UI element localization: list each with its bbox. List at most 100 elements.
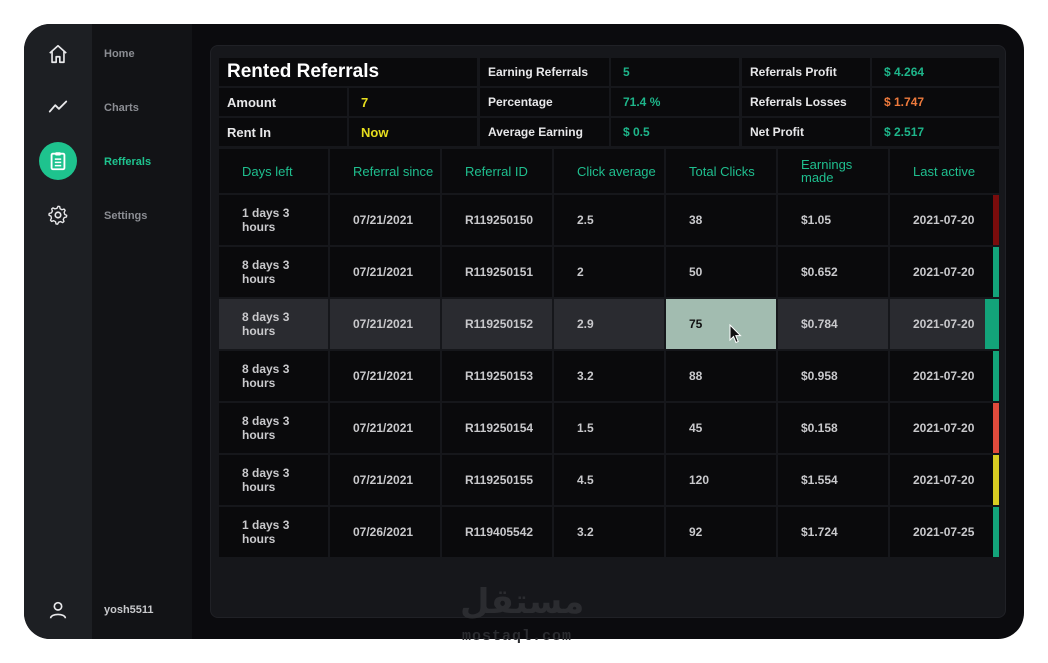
click-average-cell: 3.2 [554,507,664,557]
home-nav-button[interactable] [39,35,77,73]
status-indicator [993,403,999,453]
status-indicator [993,351,999,401]
average-earning-label: Average Earning [480,118,609,146]
gear-icon [48,205,68,225]
table-row[interactable]: 1 days 3 hours 07/21/2021 R119250150 2.5 38 $… [219,195,999,245]
referral-id-cell: R119250155 [442,455,552,505]
username: yosh5511 [104,604,154,616]
app-window: Home Charts Refferals Settings yosh5511 … [24,24,1024,639]
days-left-cell: 1 days 3 hours [219,195,328,245]
icon-rail [24,24,92,639]
earnings-cell: $1.554 [778,455,888,505]
percentage-value: 71.4 % [611,88,739,116]
referral-since-cell: 07/21/2021 [330,195,440,245]
referral-id-cell: R119250150 [442,195,552,245]
table-row[interactable]: 8 days 3 hours 07/21/2021 R119250151 2 50 $0.… [219,247,999,297]
earning-referrals-label: Earning Referrals [480,58,609,86]
column-header[interactable]: Days left [219,149,328,193]
days-left-cell: 8 days 3 hours [219,247,328,297]
referral-id-cell: R119250153 [442,351,552,401]
referrals-nav-button[interactable] [39,142,77,180]
watermark-arabic: مستقل [460,583,585,621]
referrals-losses-value: $ 1.747 [872,88,999,116]
column-header[interactable]: Last active [890,149,999,193]
days-left-cell: 8 days 3 hours [219,351,328,401]
rent-in-label: Rent In [219,118,347,146]
column-header[interactable]: Referral ID [442,149,552,193]
referrals-profit-label: Referrals Profit [742,58,870,86]
total-clicks-cell[interactable]: 45 [666,403,776,453]
referral-id-cell: R119250151 [442,247,552,297]
total-clicks-cell[interactable]: 120 [666,455,776,505]
column-header[interactable]: Total Clicks [666,149,776,193]
settings-nav-button[interactable] [39,196,77,234]
home-icon [49,44,67,64]
table-row[interactable]: 8 days 3 hours 07/21/2021 R119250155 4.5 120… [219,455,999,505]
side-menu: Home Charts Refferals Settings yosh5511 [92,24,192,639]
column-header[interactable]: Earnings made [778,149,888,193]
referral-id-cell: R119405542 [442,507,552,557]
last-active-cell: 2021-07-20 [890,195,999,245]
table-row[interactable]: 8 days 3 hours 07/21/2021 R119250152 2.9 75 $… [219,299,999,349]
menu-item-settings[interactable]: Settings [104,210,147,222]
table-row[interactable]: 8 days 3 hours 07/21/2021 R119250153 3.2 88 $… [219,351,999,401]
menu-item-referrals[interactable]: Refferals [104,156,151,168]
total-clicks-cell[interactable]: 88 [666,351,776,401]
click-average-cell: 2 [554,247,664,297]
click-average-cell: 2.9 [554,299,664,349]
last-active-cell: 2021-07-20 [890,351,999,401]
click-average-cell: 3.2 [554,351,664,401]
referrals-profit-value: $ 4.264 [872,58,999,86]
last-active-cell: 2021-07-25 [890,507,999,557]
last-active-cell: 2021-07-20 [890,247,999,297]
total-clicks-cell[interactable]: 75 [666,299,776,349]
status-indicator [993,507,999,557]
referral-id-cell: R119250152 [442,299,552,349]
earnings-cell: $0.652 [778,247,888,297]
table-row[interactable]: 1 days 3 hours 07/26/2021 R119405542 3.2 92 $… [219,507,999,557]
earnings-cell: $1.724 [778,507,888,557]
charts-nav-button[interactable] [39,88,77,126]
menu-item-home[interactable]: Home [104,48,135,60]
amount-value: 7 [349,88,477,116]
earnings-cell: $0.958 [778,351,888,401]
table-row[interactable]: 8 days 3 hours 07/21/2021 R119250154 1.5 45 $… [219,403,999,453]
earnings-cell: $1.05 [778,195,888,245]
earning-referrals-value: 5 [611,58,739,86]
content-panel: Rented Referrals Amount 7 Rent In Now Ea… [210,45,1006,618]
click-average-cell: 2.5 [554,195,664,245]
status-indicator [993,247,999,297]
total-clicks-cell[interactable]: 92 [666,507,776,557]
days-left-cell: 1 days 3 hours [219,507,328,557]
summary-grid: Rented Referrals Amount 7 Rent In Now Ea… [219,58,999,148]
days-left-cell: 8 days 3 hours [219,455,328,505]
user-icon [49,601,67,619]
referral-since-cell: 07/26/2021 [330,507,440,557]
status-indicator [985,299,999,349]
referral-since-cell: 07/21/2021 [330,299,440,349]
days-left-cell: 8 days 3 hours [219,403,328,453]
menu-item-charts[interactable]: Charts [104,102,139,114]
column-header[interactable]: Click average [554,149,664,193]
total-clicks-cell[interactable]: 38 [666,195,776,245]
column-header[interactable]: Referral since [330,149,440,193]
mouse-cursor-icon [729,324,742,344]
watermark-latin: mostaql.com [462,628,573,645]
page-title: Rented Referrals [219,58,477,86]
chart-icon [48,100,68,113]
last-active-cell: 2021-07-20 [890,403,999,453]
days-left-cell: 8 days 3 hours [219,299,328,349]
referral-since-cell: 07/21/2021 [330,455,440,505]
net-profit-value: $ 2.517 [872,118,999,146]
amount-label: Amount [219,88,347,116]
earnings-cell: $0.784 [778,299,888,349]
last-active-cell: 2021-07-20 [890,299,999,349]
total-clicks-cell[interactable]: 50 [666,247,776,297]
referral-since-cell: 07/21/2021 [330,247,440,297]
referral-since-cell: 07/21/2021 [330,403,440,453]
table-header: Days left Referral since Referral ID Cli… [219,149,999,193]
profile-button[interactable] [39,591,77,629]
referral-since-cell: 07/21/2021 [330,351,440,401]
referrals-losses-label: Referrals Losses [742,88,870,116]
net-profit-label: Net Profit [742,118,870,146]
